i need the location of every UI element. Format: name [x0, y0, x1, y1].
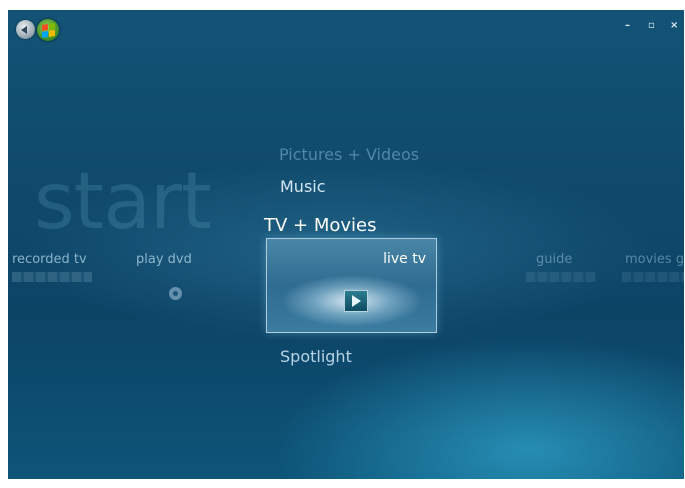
menu-item-music[interactable]: Music	[280, 177, 326, 196]
media-center-screen: start – ▫ × Pictures + Videos Music TV +…	[8, 10, 684, 479]
restore-button[interactable]: ▫	[648, 20, 655, 31]
menu-item-pictures-videos[interactable]: Pictures + Videos	[279, 145, 419, 164]
strip-item-recorded-tv[interactable]: recorded tv	[12, 252, 87, 267]
disc-icon	[169, 287, 182, 300]
live-tv-label: live tv	[383, 251, 426, 267]
recorded-tv-thumbnail	[12, 272, 92, 282]
strip-item-guide[interactable]: guide	[536, 252, 572, 267]
play-icon	[344, 290, 368, 312]
close-button[interactable]: ×	[670, 20, 678, 31]
movies-guide-thumbnail	[622, 272, 684, 282]
strip-item-live-tv[interactable]: live tv	[266, 238, 437, 333]
windows-flag	[42, 23, 55, 38]
start-watermark: start	[34, 157, 212, 247]
menu-item-spotlight[interactable]: Spotlight	[280, 347, 352, 366]
minimize-button[interactable]: –	[625, 20, 630, 31]
back-arrow-icon[interactable]	[16, 20, 35, 39]
menu-item-tv-movies[interactable]: TV + Movies	[264, 215, 376, 236]
strip-item-play-dvd[interactable]: play dvd	[136, 252, 192, 267]
windows-logo-icon[interactable]	[37, 19, 59, 41]
strip-item-movies-guide[interactable]: movies g	[625, 252, 684, 267]
guide-thumbnail	[526, 272, 596, 282]
